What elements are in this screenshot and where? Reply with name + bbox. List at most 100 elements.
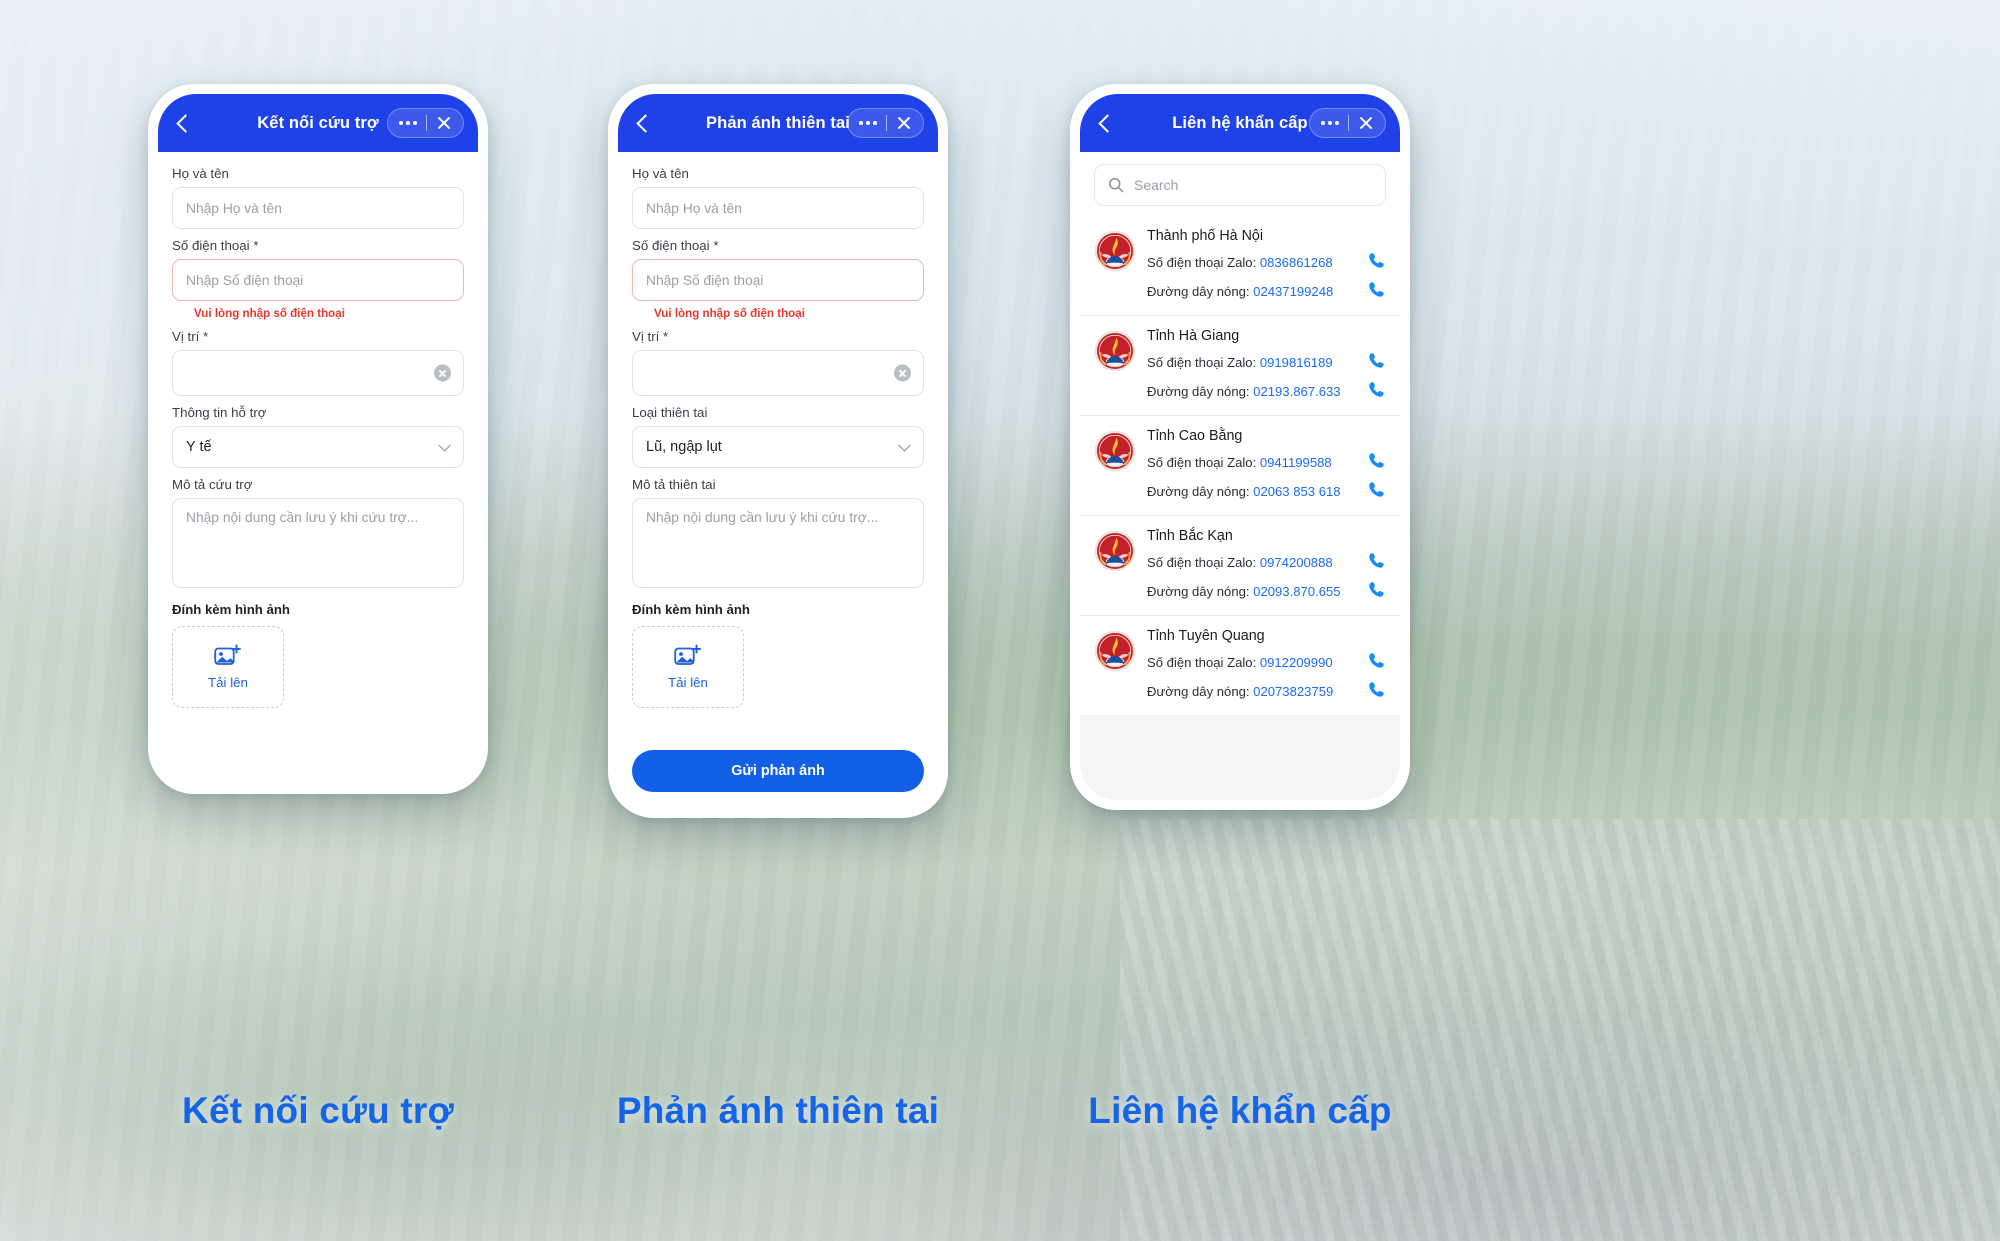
call-hotline-button[interactable] (1367, 680, 1386, 702)
call-hotline-button[interactable] (1367, 480, 1386, 502)
call-icon[interactable] (1367, 251, 1386, 270)
contact-body: Tỉnh Cao Bằng Số điện thoại Zalo: 094119… (1147, 428, 1386, 502)
phone-label: Số điện thoại * (172, 238, 259, 253)
phone-mockup-relief-form: Kết nối cứu trợ Họ và tên Nhập Họ và tên… (148, 84, 488, 794)
close-icon[interactable] (1358, 115, 1374, 131)
description-textarea[interactable]: Nhập nội dung cần lưu ý khi cứu trợ... (632, 498, 924, 588)
caption-contacts: Liên hệ khẩn cấp (1088, 1090, 1392, 1131)
hotline-label: Đường dây nóng: (1147, 283, 1250, 299)
more-options-icon[interactable] (858, 121, 877, 125)
miniapp-capsule (386, 108, 464, 138)
contact-zalo-row[interactable]: Số điện thoại Zalo: 0919816189 (1147, 351, 1386, 373)
back-icon[interactable] (1094, 112, 1116, 134)
image-plus-icon (214, 644, 241, 665)
call-zalo-button[interactable] (1367, 251, 1386, 273)
support-type-select[interactable]: Y tế (172, 426, 464, 468)
contact-hotline-row[interactable]: Đường dây nóng: 02193.867.633 (1147, 380, 1386, 402)
contact-item[interactable]: Tỉnh Cao Bằng Số điện thoại Zalo: 094119… (1080, 416, 1400, 516)
zalo-number: 0912209990 (1259, 654, 1333, 670)
contact-item[interactable]: Tỉnh Bắc Kạn Số điện thoại Zalo: 0974200… (1080, 516, 1400, 616)
clear-icon[interactable] (434, 364, 451, 382)
upload-button[interactable]: Tải lên (172, 626, 284, 708)
phone-mockup-disaster-report: Phản ánh thiên tai Họ và tên Nhập Họ và … (608, 84, 948, 818)
call-zalo-button[interactable] (1367, 351, 1386, 373)
contact-body: Tỉnh Bắc Kạn Số điện thoại Zalo: 0974200… (1147, 528, 1386, 602)
call-icon[interactable] (1367, 351, 1386, 370)
call-hotline-button[interactable] (1367, 580, 1386, 602)
more-options-icon[interactable] (398, 121, 417, 125)
contact-emblem (1094, 530, 1136, 572)
name-label: Họ và tên (632, 166, 689, 181)
contact-hotline-row[interactable]: Đường dây nóng: 02093.870.655 (1147, 580, 1386, 602)
call-icon[interactable] (1367, 680, 1386, 699)
contact-body: Tỉnh Hà Giang Số điện thoại Zalo: 091981… (1147, 328, 1386, 402)
contact-name: Thành phố Hà Nội (1147, 228, 1264, 244)
national-emblem-icon (1094, 430, 1136, 472)
hotline-number: 02437199248 (1253, 283, 1334, 299)
call-hotline-button[interactable] (1367, 380, 1386, 402)
call-icon[interactable] (1367, 280, 1386, 299)
relief-form: Họ và tên Nhập Họ và tên Số điện thoại *… (158, 152, 478, 708)
more-options-icon[interactable] (1320, 121, 1339, 125)
call-icon[interactable] (1367, 551, 1386, 570)
screen-emergency-contacts: Liên hệ khẩn cấp Search Thành phố Hà Nội… (1080, 94, 1400, 800)
contact-zalo-row[interactable]: Số điện thoại Zalo: 0836861268 (1147, 251, 1386, 273)
description-placeholder: Nhập nội dung cần lưu ý khi cứu trợ... (186, 510, 419, 525)
description-label: Mô tả cứu trợ (172, 477, 253, 492)
contact-emblem (1094, 230, 1136, 272)
national-emblem-icon (1094, 230, 1136, 272)
location-label: Vị trí * (172, 329, 209, 344)
name-placeholder: Nhập Họ và tên (186, 200, 282, 216)
zalo-number: 0919816189 (1259, 354, 1333, 370)
upload-button[interactable]: Tải lên (632, 626, 744, 708)
disaster-type-select[interactable]: Lũ, ngập lụt (632, 426, 924, 468)
call-icon[interactable] (1367, 651, 1386, 670)
chevron-down-icon[interactable] (438, 438, 451, 452)
caption-relief: Kết nối cứu trợ (182, 1090, 454, 1131)
call-zalo-button[interactable] (1367, 451, 1386, 473)
support-type-label: Thông tin hỗ trợ (172, 405, 267, 420)
contact-emblem (1094, 330, 1136, 372)
zalo-label: Số điện thoại Zalo: (1147, 454, 1257, 470)
call-hotline-button[interactable] (1367, 280, 1386, 302)
phone-input[interactable]: Nhập Số điện thoại (172, 259, 464, 301)
contact-item[interactable]: Tỉnh Hà Giang Số điện thoại Zalo: 091981… (1080, 316, 1400, 416)
contact-zalo-row[interactable]: Số điện thoại Zalo: 0941199588 (1147, 451, 1386, 473)
close-icon[interactable] (896, 115, 912, 131)
phone-mockup-emergency-contacts: Liên hệ khẩn cấp Search Thành phố Hà Nội… (1070, 84, 1410, 810)
call-icon[interactable] (1367, 380, 1386, 399)
contact-item[interactable]: Tỉnh Tuyên Quang Số điện thoại Zalo: 091… (1080, 616, 1400, 715)
call-zalo-button[interactable] (1367, 551, 1386, 573)
support-type-value: Y tế (186, 439, 212, 455)
call-icon[interactable] (1367, 480, 1386, 499)
description-textarea[interactable]: Nhập nội dung cần lưu ý khi cứu trợ... (172, 498, 464, 588)
national-emblem-icon (1094, 530, 1136, 572)
back-icon[interactable] (632, 112, 654, 134)
screen-disaster-report: Phản ánh thiên tai Họ và tên Nhập Họ và … (618, 94, 938, 808)
call-icon[interactable] (1367, 580, 1386, 599)
contact-hotline-row[interactable]: Đường dây nóng: 02437199248 (1147, 280, 1386, 302)
contact-emblem (1094, 630, 1136, 672)
contact-hotline-row[interactable]: Đường dây nóng: 02073823759 (1147, 680, 1386, 702)
name-input[interactable]: Nhập Họ và tên (172, 187, 464, 229)
close-icon[interactable] (436, 115, 452, 131)
capsule-divider (1348, 115, 1349, 131)
contact-name: Tỉnh Bắc Kạn (1147, 528, 1233, 544)
topbar-contacts: Liên hệ khẩn cấp (1080, 94, 1400, 152)
chevron-down-icon[interactable] (898, 438, 911, 452)
clear-icon[interactable] (894, 364, 911, 382)
submit-report-button[interactable]: Gửi phản ánh (632, 750, 924, 792)
location-input[interactable] (632, 350, 924, 396)
contact-zalo-row[interactable]: Số điện thoại Zalo: 0974200888 (1147, 551, 1386, 573)
phone-input[interactable]: Nhập Số điện thoại (632, 259, 924, 301)
search-input[interactable]: Search (1094, 164, 1386, 206)
contact-zalo-row[interactable]: Số điện thoại Zalo: 0912209990 (1147, 651, 1386, 673)
miniapp-capsule (1308, 108, 1386, 138)
call-zalo-button[interactable] (1367, 651, 1386, 673)
contact-hotline-row[interactable]: Đường dây nóng: 02063 853 618 (1147, 480, 1386, 502)
name-input[interactable]: Nhập Họ và tên (632, 187, 924, 229)
back-icon[interactable] (172, 112, 194, 134)
contact-item[interactable]: Thành phố Hà Nội Số điện thoại Zalo: 083… (1080, 216, 1400, 316)
location-input[interactable] (172, 350, 464, 396)
call-icon[interactable] (1367, 451, 1386, 470)
